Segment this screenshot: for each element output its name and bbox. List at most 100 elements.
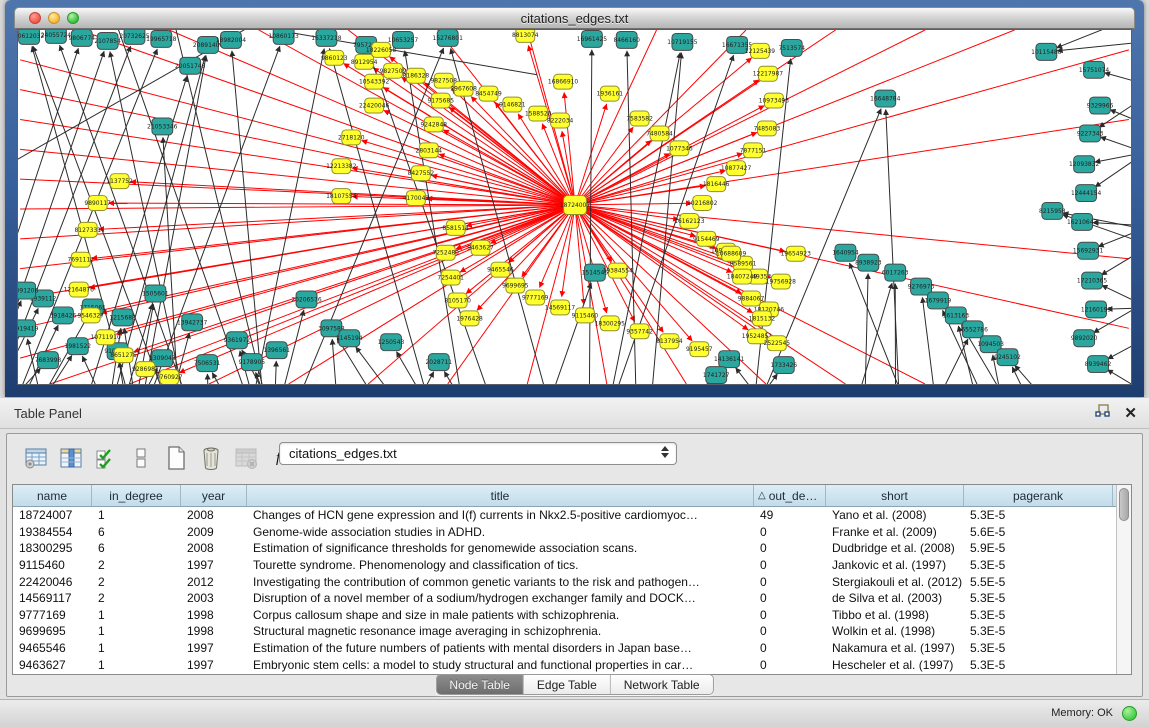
graph-node-yellow[interactable]: 8581514 [442, 220, 469, 235]
graph-node-yellow[interactable]: 9286981 [132, 362, 159, 377]
graph-node-teal[interactable]: 20206576 [291, 291, 322, 308]
graph-node-teal[interactable]: 8215958 [1039, 203, 1066, 220]
float-panel-icon[interactable] [1095, 404, 1110, 423]
graph-node-yellow[interactable]: 9890117 [84, 196, 111, 211]
graph-node-teal[interactable]: 1091206 [18, 282, 39, 299]
graph-node-teal[interactable]: 1741727 [703, 367, 730, 384]
merge-cells-icon[interactable] [126, 443, 156, 473]
graph-node-yellow[interactable]: 8222034 [547, 113, 574, 128]
delete-table-icon[interactable] [231, 443, 261, 473]
graph-node-yellow[interactable]: 12213382 [326, 159, 357, 174]
column-header-name[interactable]: name [13, 485, 92, 506]
graph-node-teal[interactable]: 1215688 [109, 309, 136, 326]
tab-edge-table[interactable]: Edge Table [524, 675, 611, 694]
graph-node-yellow[interactable]: 2718120 [338, 130, 365, 145]
graph-node-teal[interactable]: 9361972 [224, 332, 251, 349]
graph-node-yellow[interactable]: 9777169 [522, 290, 549, 305]
graph-node-yellow[interactable]: 1137752 [106, 174, 133, 189]
table-row[interactable]: 946362711997Embryonic stem cells: a mode… [13, 656, 1131, 673]
graph-node-teal[interactable]: 10860173 [268, 30, 299, 44]
network-window-titlebar[interactable]: citations_edges.txt [14, 7, 1135, 29]
graph-node-teal[interactable]: 1640954 [832, 244, 859, 261]
graph-node-yellow[interactable]: 8127331 [74, 222, 101, 237]
graph-node-teal[interactable]: 9329966 [1087, 97, 1114, 114]
graph-node-yellow[interactable]: 8186328 [403, 68, 430, 83]
graph-node-teal[interactable]: 1250543 [378, 334, 405, 351]
graph-node-yellow[interactable]: 8813074 [512, 30, 539, 42]
graph-node-teal[interactable]: 14136141 [714, 351, 745, 368]
graph-node-yellow[interactable]: 18107554 [326, 189, 357, 204]
graph-node-teal[interactable]: 10115488 [1031, 43, 1062, 60]
column-visibility-icon[interactable] [56, 443, 86, 473]
graph-node-teal[interactable]: 12093832 [1069, 156, 1100, 173]
graph-node-yellow[interactable]: 19654923 [781, 246, 812, 261]
graph-node-teal[interactable]: 12444154 [1071, 185, 1102, 202]
graph-node-teal[interactable]: 1145194 [336, 330, 363, 347]
graph-node-teal[interactable]: 15692931 [1073, 242, 1104, 259]
column-header-pagerank[interactable]: pagerank [964, 485, 1113, 506]
graph-node-teal[interactable]: 2028711 [426, 354, 453, 371]
scrollbar-thumb[interactable] [1119, 488, 1129, 521]
graph-node-yellow[interactable]: 9463627 [467, 240, 494, 255]
graph-node-teal[interactable]: 9178905 [239, 354, 266, 371]
graph-node-yellow[interactable]: 2803144 [416, 143, 443, 158]
table-selector-dropdown[interactable]: citations_edges.txt [279, 442, 677, 465]
graph-node-yellow[interactable]: 9760927 [156, 370, 183, 384]
graph-node-teal[interactable]: 7513574 [779, 39, 806, 56]
graph-node-teal[interactable]: 16961425 [577, 30, 608, 47]
graph-node-yellow[interactable]: 9175685 [427, 93, 454, 108]
graph-node-yellow[interactable]: 10216802 [687, 196, 718, 211]
table-row[interactable]: 1938455462009Genome-wide association stu… [13, 524, 1131, 541]
table-settings-icon[interactable] [21, 443, 51, 473]
graph-node-teal[interactable]: 15751074 [1079, 61, 1110, 78]
graph-node-teal[interactable]: 17210365 [1077, 272, 1108, 289]
graph-node-yellow[interactable]: 7252480 [432, 245, 459, 260]
row-select-icon[interactable] [91, 443, 121, 473]
graph-node-yellow[interactable]: 4170043 [403, 191, 430, 206]
graph-node-yellow[interactable]: 2522545 [764, 336, 791, 351]
tab-node-table[interactable]: Node Table [436, 675, 524, 694]
graph-node-yellow[interactable]: 8137954 [656, 334, 683, 349]
graph-node-yellow[interactable]: 7877151 [740, 143, 767, 158]
graph-node-teal[interactable]: 16648784 [870, 90, 901, 107]
network-graph[interactable]: 1061203224055724980677421078542073262519… [18, 30, 1131, 384]
graph-node-teal[interactable]: 16210643 [1067, 213, 1098, 230]
graph-node-teal[interactable]: 8466160 [613, 31, 640, 48]
graph-node-yellow[interactable]: 9242848 [421, 117, 448, 132]
column-header-outde[interactable]: △out_de… [754, 485, 826, 506]
graph-node-yellow[interactable]: 9146821 [499, 97, 526, 112]
graph-node-yellow[interactable]: 1077346 [666, 141, 693, 156]
table-row[interactable]: 1872400712008Changes of HCN gene express… [13, 507, 1131, 524]
graph-node-teal[interactable]: 1733426 [771, 357, 798, 374]
graph-node-yellow[interactable]: 8454749 [475, 86, 502, 101]
graph-node-yellow[interactable]: 9699695 [502, 278, 529, 293]
table-row[interactable]: 969969511998Structural magnetic resonanc… [13, 623, 1131, 640]
graph-node-yellow[interactable]: 8651275 [110, 348, 137, 363]
table-row[interactable]: 1456911722003Disruption of a novel membe… [13, 590, 1131, 607]
table-row[interactable]: 1830029562008Estimation of significance … [13, 540, 1131, 557]
graph-node-teal[interactable]: 2107854 [94, 32, 121, 49]
graph-node-yellow[interactable]: 1816446 [703, 177, 730, 192]
graph-node-teal[interactable]: 1505601 [142, 285, 169, 302]
graph-node-teal[interactable]: 16337218 [311, 30, 342, 46]
graph-node-yellow[interactable]: 7480584 [646, 126, 673, 141]
graph-node-yellow[interactable]: 9195457 [686, 342, 713, 357]
graph-node-yellow[interactable]: 16162123 [674, 213, 705, 228]
graph-node-teal[interactable]: 1679919 [925, 292, 952, 309]
graph-node-yellow[interactable]: 18300295 [595, 316, 626, 331]
graph-node-teal[interactable]: 9806774 [69, 30, 96, 46]
graph-node-teal[interactable]: 10653257 [388, 31, 419, 48]
close-panel-icon[interactable]: ✕ [1124, 406, 1137, 421]
table-row[interactable]: 977716911998Corpus callosum shape and si… [13, 607, 1131, 624]
graph-node-yellow[interactable]: 9465546 [487, 262, 514, 277]
graph-node-yellow[interactable]: 9546327 [77, 308, 104, 323]
graph-node-teal[interactable]: 7683998 [35, 352, 62, 369]
delete-trash-icon[interactable] [196, 443, 226, 473]
graph-node-teal[interactable]: 9227343 [1077, 125, 1104, 142]
graph-node-yellow[interactable]: 8427552 [408, 166, 435, 181]
graph-node-yellow[interactable]: 12164876 [64, 282, 95, 297]
graph-node-yellow[interactable]: 2967608 [450, 81, 477, 96]
table-row[interactable]: 2242004622012Investigating the contribut… [13, 573, 1131, 590]
graph-node-yellow[interactable]: 1936161 [597, 86, 624, 101]
graph-node-teal[interactable]: 24055724 [41, 30, 72, 43]
